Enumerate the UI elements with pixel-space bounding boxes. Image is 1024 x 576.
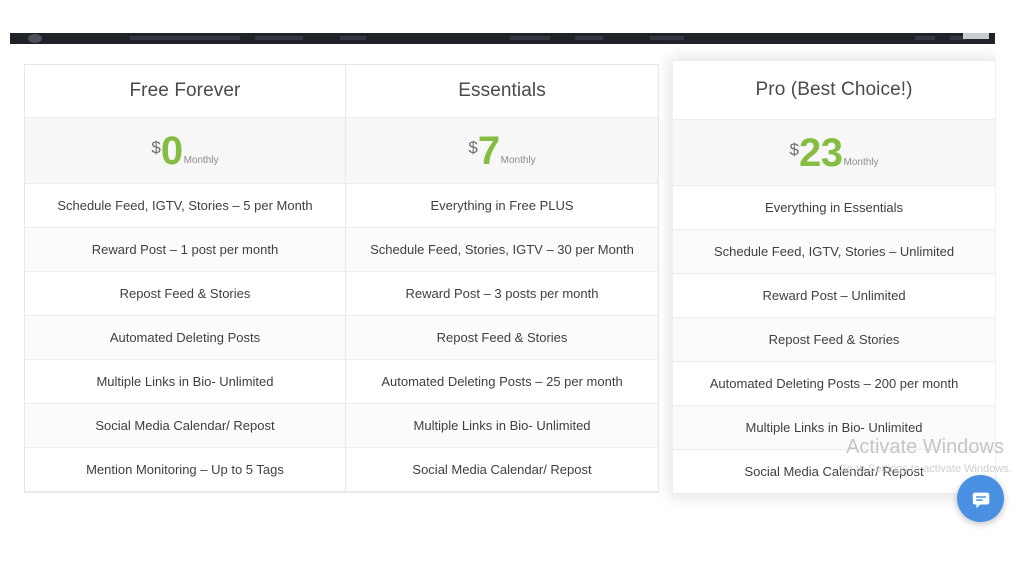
feature-text: Social Media Calendar/ Repost (412, 461, 592, 477)
plan-header-pro: Pro (Best Choice!) (673, 61, 995, 120)
plan-card-pro[interactable]: Pro (Best Choice!) $ 23 Monthly Everythi… (672, 60, 996, 495)
browser-toolbar-item (915, 36, 935, 40)
feature-row: Everything in Essentials (673, 186, 995, 230)
feature-text: Social Media Calendar/ Repost (95, 417, 275, 433)
price-amount: 7 (477, 129, 500, 174)
browser-toolbar-item (130, 36, 240, 40)
feature-row: Everything in Free PLUS (345, 184, 659, 228)
feature-text: Schedule Feed, IGTV, Stories – Unlimited (713, 243, 955, 259)
feature-row: Reward Post – Unlimited (673, 274, 995, 318)
price-currency-symbol: $ (151, 138, 161, 158)
feature-row: Reward Post – 3 posts per month (345, 272, 659, 316)
plan-header-essentials: Essentials (345, 65, 659, 118)
feature-text: Automated Deleting Posts (109, 329, 261, 345)
feature-row: Multiple Links in Bio- Unlimited (25, 360, 345, 404)
plan-title: Free Forever (129, 80, 241, 101)
plan-card-essentials[interactable]: Essentials $ 7 Monthly Everything in Fre… (344, 64, 660, 493)
feature-text: Repost Feed & Stories (768, 331, 900, 347)
feature-row: Reward Post – 1 post per month (25, 228, 345, 272)
browser-toolbar-item (650, 36, 684, 40)
feature-text: Reward Post – 1 post per month (91, 241, 279, 257)
plan-price-free-forever: $ 0 Monthly (25, 118, 345, 184)
feature-text: Everything in Essentials (765, 199, 904, 215)
plan-feature-list-free-forever: Schedule Feed, IGTV, Stories – 5 per Mon… (25, 184, 345, 492)
feature-row: Repost Feed & Stories (345, 316, 659, 360)
browser-toolbar-item (575, 36, 603, 40)
feature-text: Everything in Free PLUS (430, 197, 574, 213)
plan-price-essentials: $ 7 Monthly (345, 118, 659, 184)
feature-text: Automated Deleting Posts – 200 per month (709, 375, 959, 391)
page-content: Free Forever $ 0 Monthly Schedule Feed, … (0, 44, 1024, 576)
feature-row: Automated Deleting Posts – 200 per month (673, 362, 995, 406)
browser-chrome-strip (10, 33, 995, 44)
price-period-label: Monthly (183, 154, 219, 166)
price-period-label: Monthly (843, 156, 879, 168)
pricing-table: Free Forever $ 0 Monthly Schedule Feed, … (24, 60, 996, 496)
price-period-label: Monthly (500, 154, 536, 166)
plan-card-free-forever[interactable]: Free Forever $ 0 Monthly Schedule Feed, … (24, 64, 346, 493)
feature-text: Social Media Calendar/ Repost (744, 463, 924, 479)
feature-text: Schedule Feed, Stories, IGTV – 30 per Mo… (370, 241, 634, 257)
plan-title: Essentials (458, 80, 546, 101)
chat-widget-button[interactable] (957, 475, 1004, 522)
feature-text: Multiple Links in Bio- Unlimited (413, 417, 591, 433)
chat-bubble-icon (970, 488, 992, 510)
price-amount: 0 (160, 129, 183, 174)
browser-toolbar-item (340, 36, 366, 40)
feature-row: Schedule Feed, IGTV, Stories – 5 per Mon… (25, 184, 345, 228)
browser-toolbar-item (510, 36, 550, 40)
feature-row: Repost Feed & Stories (25, 272, 345, 316)
feature-text: Automated Deleting Posts – 25 per month (381, 373, 623, 389)
window-close-button[interactable] (963, 33, 989, 39)
browser-app-icon (28, 34, 42, 43)
feature-row: Social Media Calendar/ Repost (673, 450, 995, 494)
plan-title: Pro (Best Choice!) (755, 79, 913, 100)
feature-row: Social Media Calendar/ Repost (25, 404, 345, 448)
price-currency-symbol: $ (789, 140, 800, 160)
feature-row: Automated Deleting Posts (25, 316, 345, 360)
feature-row: Schedule Feed, IGTV, Stories – Unlimited (673, 230, 995, 274)
feature-text: Multiple Links in Bio- Unlimited (96, 373, 274, 389)
feature-row: Automated Deleting Posts – 25 per month (345, 360, 659, 404)
feature-text: Reward Post – Unlimited (762, 287, 906, 303)
price-currency-symbol: $ (468, 138, 478, 158)
feature-row: Repost Feed & Stories (673, 318, 995, 362)
feature-row: Social Media Calendar/ Repost (345, 448, 659, 492)
feature-text: Repost Feed & Stories (119, 285, 251, 301)
plan-feature-list-pro: Everything in Essentials Schedule Feed, … (673, 186, 995, 494)
feature-text: Multiple Links in Bio- Unlimited (745, 419, 923, 435)
plan-price-pro: $ 23 Monthly (673, 120, 995, 186)
feature-row: Mention Monitoring – Up to 5 Tags (25, 448, 345, 492)
feature-row: Schedule Feed, Stories, IGTV – 30 per Mo… (345, 228, 659, 272)
price-amount: 23 (799, 131, 843, 176)
feature-text: Schedule Feed, IGTV, Stories – 5 per Mon… (57, 197, 313, 213)
feature-text: Mention Monitoring – Up to 5 Tags (86, 461, 284, 477)
plan-feature-list-essentials: Everything in Free PLUS Schedule Feed, S… (345, 184, 659, 492)
plan-header-free-forever: Free Forever (25, 65, 345, 118)
feature-text: Repost Feed & Stories (436, 329, 568, 345)
feature-text: Reward Post – 3 posts per month (405, 285, 599, 301)
feature-row: Multiple Links in Bio- Unlimited (345, 404, 659, 448)
feature-row: Multiple Links in Bio- Unlimited (673, 406, 995, 450)
browser-toolbar-item (255, 36, 303, 40)
